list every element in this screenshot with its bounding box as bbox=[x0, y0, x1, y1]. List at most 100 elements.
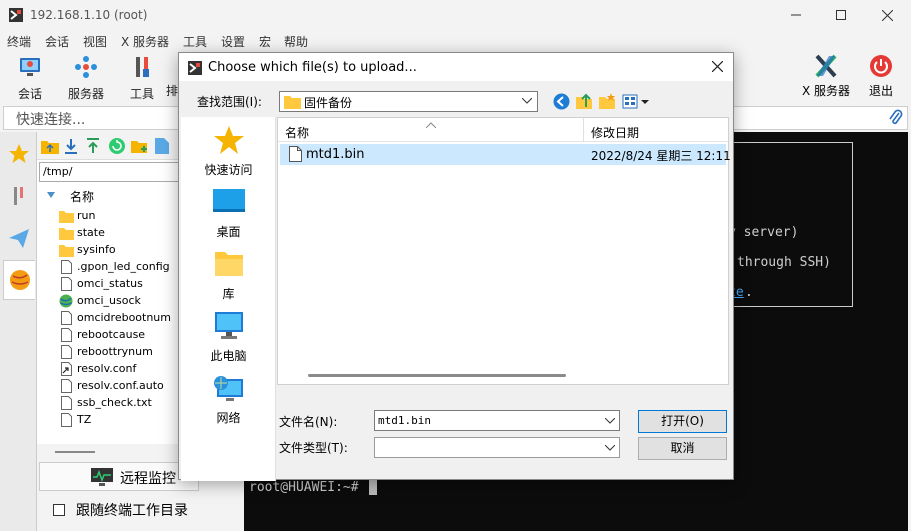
file-icon bbox=[289, 146, 302, 162]
menu-view[interactable]: 视图 bbox=[83, 33, 107, 50]
file-row[interactable]: mtd1.bin 2022/8/24 星期三 12:11 bbox=[280, 144, 731, 165]
splitter-handle[interactable] bbox=[55, 451, 95, 453]
star-icon bbox=[9, 144, 29, 163]
view-menu-icon[interactable] bbox=[622, 93, 650, 110]
tab-tools[interactable] bbox=[3, 176, 35, 216]
session-icon bbox=[20, 58, 40, 76]
servers-icon bbox=[75, 56, 97, 78]
file-icon bbox=[61, 379, 72, 393]
power-icon bbox=[870, 55, 892, 77]
checkbox-box[interactable] bbox=[53, 504, 65, 516]
window-title: 192.168.1.10 (root) bbox=[30, 8, 148, 22]
attachment-icon[interactable] bbox=[888, 109, 904, 127]
up-folder-icon[interactable] bbox=[576, 93, 593, 110]
dialog-title: Choose which file(s) to upload... bbox=[208, 60, 417, 75]
file-icon bbox=[61, 413, 72, 427]
new-folder-icon[interactable] bbox=[131, 138, 149, 154]
column-modified[interactable]: 修改日期 bbox=[591, 124, 639, 141]
toolbar-servers-button[interactable]: 服务器 bbox=[58, 54, 114, 102]
refresh-icon[interactable] bbox=[108, 137, 126, 155]
star-icon bbox=[213, 126, 244, 154]
filename-label: 文件名(N): bbox=[279, 415, 338, 429]
desktop-icon bbox=[212, 189, 245, 212]
close-button[interactable] bbox=[864, 0, 910, 30]
app-logo-icon bbox=[9, 8, 23, 22]
open-button[interactable]: 打开(O) bbox=[638, 410, 727, 433]
menu-terminal[interactable]: 终端 bbox=[7, 33, 31, 50]
folder-icon bbox=[59, 245, 74, 257]
computer-icon bbox=[214, 312, 243, 339]
tools-icon bbox=[136, 57, 149, 77]
filename-input[interactable]: mtd1.bin bbox=[374, 410, 620, 431]
menu-sessions[interactable]: 会话 bbox=[45, 33, 69, 50]
title-bar: 192.168.1.10 (root) bbox=[0, 0, 911, 30]
back-icon[interactable] bbox=[553, 93, 570, 110]
mobaxterm-window: 192.168.1.10 (root) 终端 会话 视图 X 服务器 工具 设置… bbox=[0, 0, 911, 531]
file-list-header: 名称 修改日期 bbox=[278, 118, 728, 142]
sidebar-tabs bbox=[0, 132, 37, 531]
chevron-down-icon bbox=[522, 98, 532, 104]
file-icon bbox=[61, 328, 72, 342]
tab-macros[interactable] bbox=[3, 218, 35, 258]
menu-macros[interactable]: 宏 bbox=[259, 33, 271, 50]
tab-sessions[interactable] bbox=[3, 134, 35, 174]
parent-folder-icon[interactable] bbox=[41, 138, 59, 154]
place-desktop[interactable]: 桌面 bbox=[181, 185, 276, 245]
download-icon[interactable] bbox=[64, 138, 78, 154]
paper-plane-icon bbox=[9, 229, 29, 248]
place-network[interactable]: 网络 bbox=[181, 371, 276, 431]
globe-icon bbox=[9, 270, 30, 290]
new-folder-icon[interactable] bbox=[599, 93, 616, 110]
filetype-select[interactable] bbox=[374, 437, 620, 458]
chevron-down-icon bbox=[605, 445, 615, 451]
file-icon bbox=[61, 260, 72, 274]
close-icon bbox=[881, 9, 893, 21]
maximize-icon bbox=[836, 10, 846, 20]
dialog-title-bar: Choose which file(s) to upload... bbox=[179, 53, 733, 81]
xserver-icon bbox=[815, 54, 837, 78]
filetype-label: 文件类型(T): bbox=[279, 441, 348, 455]
tab-sftp[interactable] bbox=[3, 260, 35, 300]
file-list: 名称 修改日期 mtd1.bin 2022/8/24 星期三 12:11 bbox=[277, 117, 731, 385]
cancel-button[interactable]: 取消 bbox=[638, 437, 727, 460]
minimize-button[interactable] bbox=[773, 0, 819, 30]
menu-bar: 终端 会话 视图 X 服务器 工具 设置 宏 帮助 bbox=[0, 30, 911, 52]
file-icon bbox=[61, 277, 72, 291]
maximize-button[interactable] bbox=[818, 0, 864, 30]
dialog-close-icon[interactable] bbox=[712, 61, 723, 72]
column-name[interactable]: 名称 bbox=[285, 124, 309, 141]
file-icon bbox=[61, 396, 72, 410]
sort-down-icon bbox=[47, 192, 55, 198]
menu-tools[interactable]: 工具 bbox=[183, 33, 207, 50]
toolbar-exit-button[interactable]: 退出 bbox=[860, 54, 902, 99]
minimize-icon bbox=[791, 14, 801, 16]
toolbar-session-button[interactable]: 会话 bbox=[2, 54, 58, 102]
place-libraries[interactable]: 库 bbox=[181, 247, 276, 307]
file-icon bbox=[61, 311, 72, 325]
terminal-prompt: root@HUAWEI:~# bbox=[249, 480, 359, 495]
remote-monitor-button[interactable]: 远程监控 bbox=[39, 462, 199, 491]
terminal-cursor bbox=[369, 480, 377, 495]
horizontal-scrollbar[interactable] bbox=[308, 374, 566, 377]
tools-tab-icon bbox=[14, 187, 23, 205]
network-icon bbox=[213, 376, 243, 401]
toolbar-xserver-button[interactable]: X 服务器 bbox=[798, 54, 854, 99]
menu-help[interactable]: 帮助 bbox=[284, 33, 308, 50]
socket-icon bbox=[59, 294, 73, 308]
menu-settings[interactable]: 设置 bbox=[221, 33, 245, 50]
column-divider[interactable] bbox=[583, 118, 584, 142]
places-bar: 快速访问 桌面 库 此电脑 网络 bbox=[181, 117, 276, 481]
folder-icon bbox=[59, 228, 74, 240]
chevron-down-icon[interactable] bbox=[605, 418, 615, 424]
place-this-pc[interactable]: 此电脑 bbox=[181, 309, 276, 369]
look-in-label: 查找范围(I): bbox=[197, 95, 262, 109]
new-file-icon[interactable] bbox=[155, 138, 169, 154]
upload-icon[interactable] bbox=[86, 138, 100, 154]
library-folder-icon bbox=[214, 252, 243, 276]
look-in-select[interactable]: 固件备份 bbox=[279, 91, 538, 112]
menu-xserver[interactable]: X 服务器 bbox=[121, 33, 169, 50]
sort-up-icon bbox=[426, 122, 436, 128]
place-quick-access[interactable]: 快速访问 bbox=[181, 123, 276, 183]
link-file-icon bbox=[61, 362, 72, 376]
folder-icon bbox=[59, 211, 74, 223]
